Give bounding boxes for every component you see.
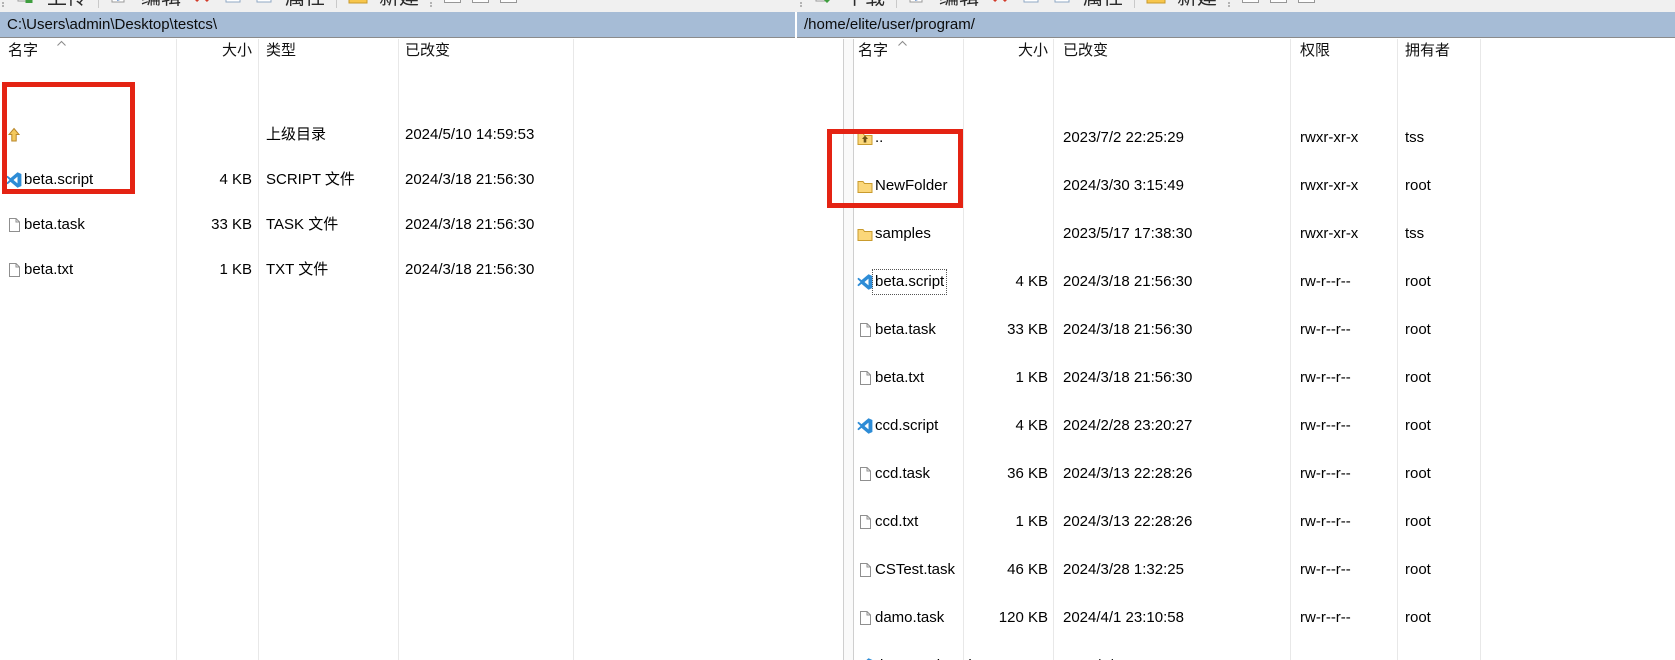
file-row[interactable]: ..2023/7/2 22:25:29rwxr-xr-xtss bbox=[0, 63, 1675, 87]
file-row[interactable]: damo.txt1 KB2024/4/1 23:10:58rw-r--r--ro… bbox=[0, 351, 1675, 375]
file-row[interactable]: NewFolder2024/3/30 3:15:49rwxr-xr-xroot bbox=[0, 87, 1675, 111]
properties-button[interactable]: 属性 bbox=[285, 0, 325, 10]
sort-ascending-icon bbox=[897, 40, 908, 47]
new-button[interactable]: 新建 bbox=[379, 0, 419, 10]
file-row[interactable]: ELITECOs1 KB2024/2/26 22:25:53rwxrwxrwxr… bbox=[0, 567, 1675, 591]
highlight-box-local bbox=[2, 82, 135, 194]
delete-icon[interactable] bbox=[990, 0, 1010, 5]
move-up-button[interactable] bbox=[1242, 0, 1259, 3]
toolbar-separator bbox=[336, 0, 337, 8]
column-header-type[interactable]: 类型 bbox=[266, 39, 296, 62]
file-row[interactable]: damo.task120 KB2024/4/1 23:10:58rw-r--r-… bbox=[0, 303, 1675, 327]
column-header-changed[interactable]: 已改变 bbox=[1063, 39, 1108, 62]
edit-icon[interactable] bbox=[110, 0, 130, 5]
toolbar-separator bbox=[98, 0, 99, 8]
file-transfer-window: 上传 编辑 属性 新建 下载 编辑 属性 新建 C:\Users\admin\Desktop… bbox=[0, 0, 1675, 660]
file-row[interactable]: ccd.task36 KB2024/3/13 22:28:26rw-r--r--… bbox=[0, 231, 1675, 255]
box-icon[interactable] bbox=[1021, 0, 1041, 5]
file-row[interactable]: exsocket.log.21,024 KB2024/3/15 2:03:38r… bbox=[0, 639, 1675, 660]
edit-button[interactable]: 编辑 bbox=[939, 0, 979, 10]
address-bar-remote[interactable]: /home/elite/user/program/ bbox=[797, 12, 1675, 38]
new-folder-icon[interactable] bbox=[348, 0, 368, 5]
delete-icon[interactable] bbox=[192, 0, 212, 5]
file-row[interactable]: e3333.task.script14 KB2024/3/30 3:23:24r… bbox=[0, 447, 1675, 471]
file-row[interactable]: damo.task.script18 KB2024/4/1 23:10:58rw… bbox=[0, 327, 1675, 351]
box-icon[interactable] bbox=[223, 0, 243, 5]
upload-button[interactable]: 上传 bbox=[47, 0, 87, 10]
download-icon[interactable] bbox=[814, 0, 834, 5]
column-header-rights[interactable]: 权限 bbox=[1300, 39, 1330, 62]
toolbar-grip[interactable] bbox=[2, 0, 5, 7]
column-header-changed[interactable]: 已改变 bbox=[405, 39, 450, 62]
sort-ascending-icon bbox=[56, 40, 67, 47]
column-header-size[interactable]: 大小 bbox=[176, 39, 252, 62]
file-row[interactable]: ccd.txt1 KB2024/3/13 22:28:26rw-r--r--ro… bbox=[0, 255, 1675, 279]
column-header-name[interactable]: 名字 bbox=[8, 39, 38, 62]
new-folder-icon[interactable] bbox=[1146, 0, 1166, 5]
file-row[interactable]: exsocket.log.11,024 KB2024/3/18 20:37:07… bbox=[0, 615, 1675, 639]
file-row[interactable]: eee.task18 KB2024/3/4 22:51:46rw-r--r--r… bbox=[0, 519, 1675, 543]
toolbar-grip[interactable] bbox=[430, 0, 433, 7]
file-row[interactable]: ccd.script4 KB2024/2/28 23:20:27rw-r--r-… bbox=[0, 207, 1675, 231]
file-row[interactable]: e3333.txt1 KB2024/3/30 3:23:24rw-r--r--r… bbox=[0, 471, 1675, 495]
edit-button[interactable]: 编辑 bbox=[141, 0, 181, 10]
address-bar-local[interactable]: C:\Users\admin\Desktop\testcs\ bbox=[0, 12, 795, 38]
box-check-icon[interactable] bbox=[254, 0, 274, 5]
toolbar-grip[interactable] bbox=[1228, 0, 1231, 7]
toolbar-separator bbox=[1134, 0, 1135, 8]
move-down-button[interactable] bbox=[1298, 0, 1315, 3]
move-down-button[interactable] bbox=[500, 0, 517, 3]
column-header-size[interactable]: 大小 bbox=[960, 39, 1048, 62]
edit-icon[interactable] bbox=[908, 0, 928, 5]
small-button[interactable] bbox=[1270, 0, 1287, 3]
file-row[interactable]: eee.script5 KB2024/3/4 22:51:46rw-r--r--… bbox=[0, 495, 1675, 519]
file-row[interactable]: eee.txt1 KB2024/3/4 22:51:46rw-r--r--roo… bbox=[0, 543, 1675, 567]
small-button[interactable] bbox=[472, 0, 489, 3]
properties-button[interactable]: 属性 bbox=[1083, 0, 1123, 10]
toolbar-separator bbox=[896, 0, 897, 8]
toolbar-grip[interactable] bbox=[800, 0, 803, 7]
new-button[interactable]: 新建 bbox=[1177, 0, 1217, 10]
move-up-button[interactable] bbox=[444, 0, 461, 3]
column-header-name[interactable]: 名字 bbox=[858, 39, 888, 62]
column-header-owner[interactable]: 拥有者 bbox=[1405, 39, 1450, 62]
highlight-box-remote bbox=[827, 129, 963, 208]
file-row[interactable]: default.configuration21 KB2024/5/10 21:5… bbox=[0, 375, 1675, 399]
download-button[interactable]: 下载 bbox=[845, 0, 885, 10]
upload-icon[interactable] bbox=[16, 0, 36, 5]
toolbar-clipped: 上传 编辑 属性 新建 下载 编辑 属性 新建 bbox=[0, 0, 1675, 12]
box-check-icon[interactable] bbox=[1052, 0, 1072, 5]
file-row[interactable]: e3333.task45 KB2024/3/30 3:23:24rw-r--r-… bbox=[0, 423, 1675, 447]
file-row[interactable]: default.configuratio...1 KB2024/5/10 21:… bbox=[0, 399, 1675, 423]
file-row[interactable]: exsocket.log977 KB2024/5/10 19:02:21rw-r… bbox=[0, 591, 1675, 615]
file-row[interactable]: CSTest.task46 KB2024/3/28 1:32:25rw-r--r… bbox=[0, 279, 1675, 303]
